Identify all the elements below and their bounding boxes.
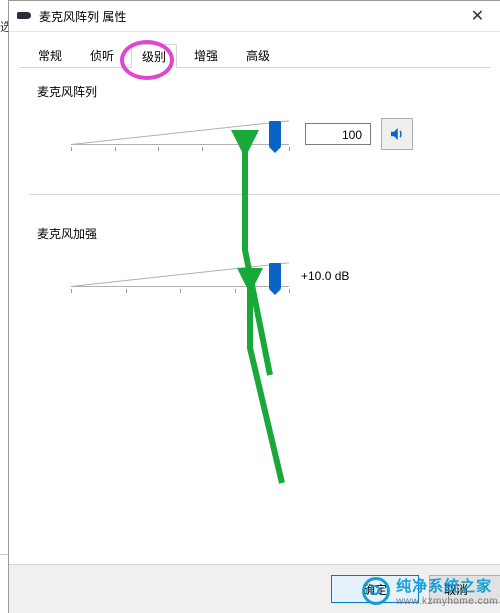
- mic-boost-value-text: +10.0 dB: [301, 269, 349, 283]
- separator: [29, 194, 500, 195]
- close-button[interactable]: ✕: [455, 1, 500, 31]
- properties-dialog: 麦克风阵列 属性 ✕ 常规 侦听 级别 增强 高级 麦克风阵列 100: [8, 0, 500, 613]
- group-mic-boost: 麦克风加强 +10.0 dB: [37, 225, 482, 296]
- mic-array-mute-button[interactable]: [381, 118, 413, 150]
- mic-array-slider[interactable]: [71, 117, 289, 151]
- tab-listen[interactable]: 侦听: [79, 44, 125, 68]
- mic-array-label: 麦克风阵列: [37, 83, 482, 100]
- tab-content-levels: 麦克风阵列 100 麦克风加强: [19, 69, 500, 565]
- titlebar: 麦克风阵列 属性 ✕: [9, 1, 500, 32]
- dialog-button-bar: 确定 取消: [9, 564, 500, 613]
- microphone-icon: [17, 10, 33, 22]
- group-mic-array: 麦克风阵列 100: [37, 83, 482, 154]
- mic-array-value-input[interactable]: 100: [305, 123, 371, 145]
- cancel-button[interactable]: 取消: [429, 575, 500, 603]
- ok-button[interactable]: 确定: [331, 575, 419, 603]
- tab-levels[interactable]: 级别: [131, 44, 177, 68]
- tab-general[interactable]: 常规: [27, 44, 73, 68]
- mic-boost-slider-thumb[interactable]: [269, 263, 281, 289]
- mic-boost-label: 麦克风加强: [37, 225, 482, 242]
- tab-enhance[interactable]: 增强: [183, 44, 229, 68]
- window-title: 麦克风阵列 属性: [39, 8, 126, 25]
- mic-array-slider-thumb[interactable]: [269, 121, 281, 147]
- tab-advanced[interactable]: 高级: [235, 44, 281, 68]
- mic-boost-slider[interactable]: [71, 259, 289, 293]
- tab-bar: 常规 侦听 级别 增强 高级: [19, 42, 490, 68]
- close-icon: ✕: [471, 6, 484, 26]
- speaker-icon: [388, 125, 406, 143]
